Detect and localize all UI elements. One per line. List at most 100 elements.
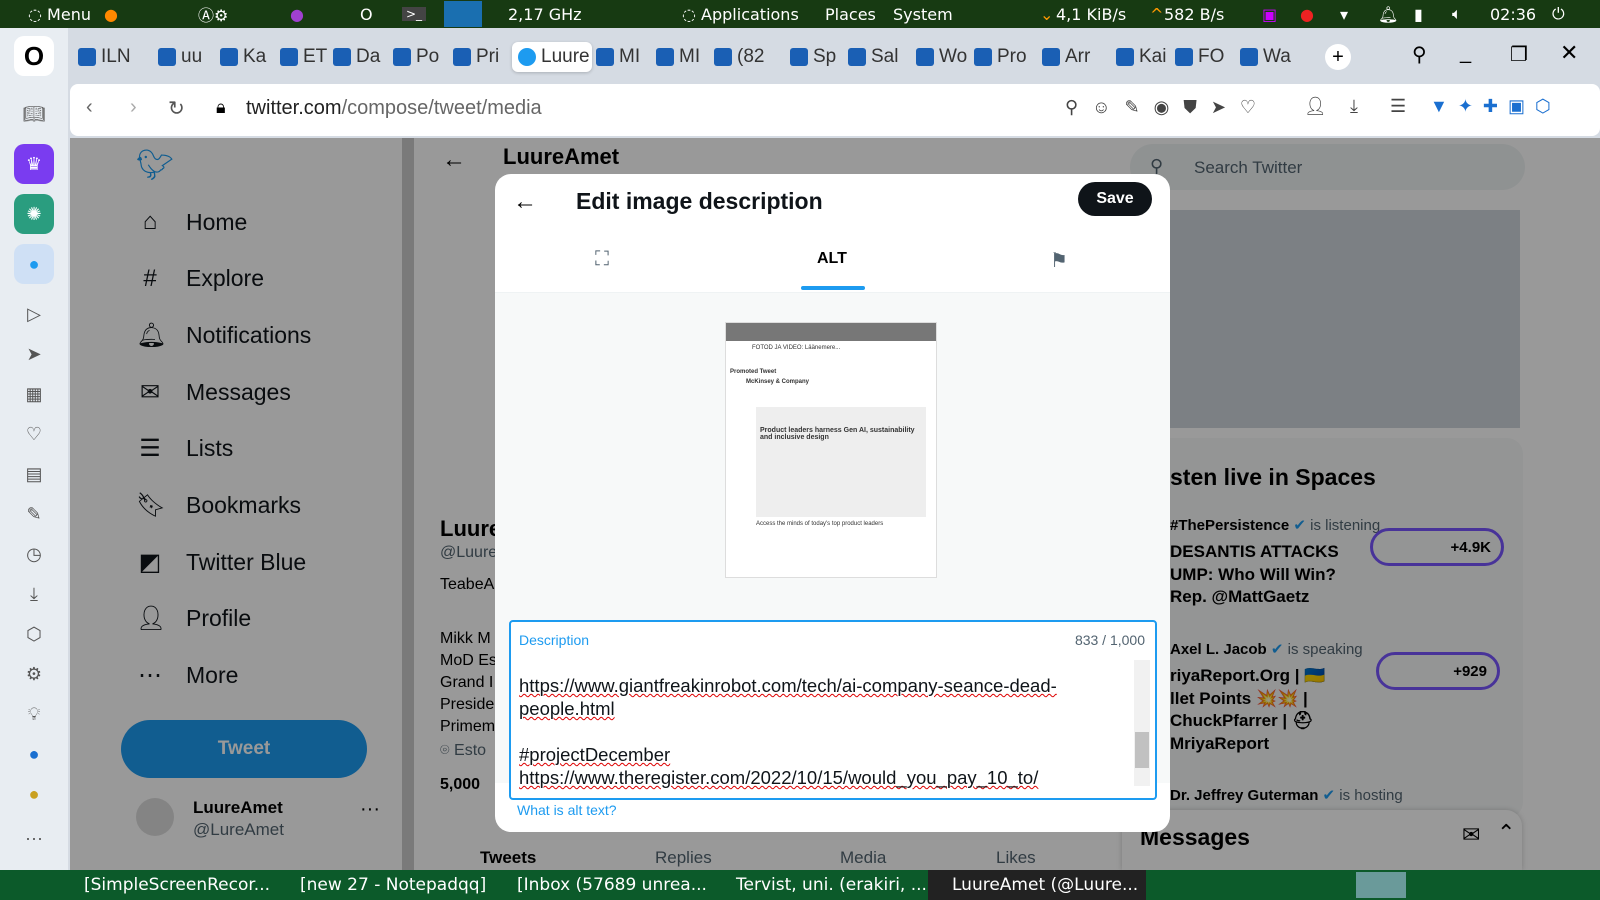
chatgpt-icon[interactable]: ✺ xyxy=(14,194,54,234)
power-icon[interactable]: ⏻ xyxy=(1552,4,1565,24)
tab-favicon-icon xyxy=(333,48,351,66)
system-menu[interactable]: System xyxy=(893,5,953,24)
tab-favicon-icon xyxy=(393,48,411,66)
browser-tab[interactable]: Pro xyxy=(974,42,1038,72)
taskbar-item[interactable]: [Inbox (57689 unrea... xyxy=(517,875,707,895)
browser-tab[interactable]: Sp xyxy=(790,42,844,72)
extensions-icon[interactable]: ⬡ xyxy=(14,614,54,654)
heart-icon[interactable]: ♡ xyxy=(14,414,54,454)
applications-menu[interactable]: ◌ Applications xyxy=(682,5,799,24)
accessibility-icon[interactable]: Ⓐ⚙ xyxy=(198,2,228,26)
volume-icon[interactable]: 🔈︎ xyxy=(1452,4,1462,24)
description-textarea[interactable]: Description 833 / 1,000 https://www.gian… xyxy=(509,620,1157,800)
taskbar-item[interactable]: Tervist, uni. (erakiri, ... xyxy=(736,875,927,895)
tab-label: FO xyxy=(1198,46,1225,67)
browser-tab[interactable]: Da xyxy=(333,42,389,72)
browser-tab[interactable]: ET xyxy=(280,42,329,72)
chat-icon[interactable]: ● xyxy=(14,734,54,774)
browser-tab[interactable]: Wo xyxy=(916,42,970,72)
browser-tab[interactable]: MI xyxy=(656,42,710,72)
send-icon[interactable]: ➤ xyxy=(14,334,54,374)
easy-setup-icon[interactable]: ☰ xyxy=(1390,96,1406,117)
wifi-icon[interactable]: ▾ xyxy=(1340,5,1348,24)
taskbar-item[interactable]: LuureAmet (@Luure... xyxy=(952,875,1138,895)
opera-launcher-icon[interactable]: O xyxy=(360,5,373,24)
browser-tab[interactable]: ILN xyxy=(78,42,154,72)
address-bar-tools[interactable]: ⚲☺✎◉⛊➤♡ xyxy=(1065,97,1270,118)
browser-tab[interactable]: Kai xyxy=(1116,42,1171,72)
browser-tab[interactable]: Sal xyxy=(848,42,912,72)
minimize-button[interactable]: _ xyxy=(1460,42,1471,65)
audio-recorder-icon[interactable]: ▣ xyxy=(1262,5,1277,24)
tab-alt-indicator xyxy=(801,286,865,290)
browser-tab[interactable]: Wa xyxy=(1240,42,1306,72)
notifications-bell-icon[interactable]: 🔔︎ xyxy=(1378,5,1398,24)
tab-bar: ILN uu Ka ET Da Po Pri Luure MI MI (82 Sp Sal Wo Pro Ar… xyxy=(70,28,1600,86)
profile-icon[interactable]: 👤︎ xyxy=(1304,96,1327,117)
tab-alt[interactable]: ALT xyxy=(817,250,847,268)
wallet-icon[interactable]: ● xyxy=(14,774,54,814)
browser-tab[interactable]: Luure xyxy=(512,42,592,72)
crown-icon[interactable]: ♛ xyxy=(14,144,54,184)
opera-sidebar: O 📖︎ ♛ ✺ ● ▷ ➤ ▦ ♡ ▤ ✎ ◷ ⤓ ⬡ ⚙ 💡︎ ● ● ··… xyxy=(0,28,68,870)
maximize-button[interactable]: ❐ xyxy=(1510,42,1528,67)
downloads-icon[interactable]: ⤓ xyxy=(14,574,54,614)
places-menu[interactable]: Places xyxy=(825,5,876,24)
tab-label: Arr xyxy=(1065,46,1091,67)
browser-tab[interactable]: Ka xyxy=(220,42,276,72)
battery-icon[interactable]: ▮ xyxy=(1414,5,1423,24)
browser-tab[interactable]: uu xyxy=(158,42,216,72)
menu-button[interactable]: ◌ Menu xyxy=(28,5,91,24)
settings-icon[interactable]: ⚙ xyxy=(14,654,54,694)
tab-favicon-icon xyxy=(158,48,176,66)
description-line: #projectDecember xyxy=(519,744,671,765)
crop-icon[interactable]: ⛶ xyxy=(595,248,609,271)
reading-list-icon[interactable]: 📖︎ xyxy=(14,94,54,134)
browser-tab[interactable]: Arr xyxy=(1042,42,1112,72)
terminal-icon[interactable]: >_ xyxy=(402,7,427,21)
close-window-button[interactable]: ✕ xyxy=(1560,40,1578,66)
tab-search-icon[interactable]: ⚲ xyxy=(1412,42,1427,67)
forward-button[interactable]: › xyxy=(130,96,137,119)
tab-favicon-icon xyxy=(656,48,674,66)
twitter-sidebar-icon[interactable]: ● xyxy=(14,244,54,284)
browser-tab[interactable]: (82 xyxy=(714,42,786,72)
new-tab-button[interactable]: + xyxy=(1325,44,1351,70)
taskbar-item[interactable]: [SimpleScreenRecor... xyxy=(84,875,270,895)
history-icon[interactable]: ◷ xyxy=(14,534,54,574)
news-icon[interactable]: ▤ xyxy=(14,454,54,494)
extension-icons[interactable]: ▼✦✚▣⬡ xyxy=(1430,96,1561,117)
tab-favicon-icon xyxy=(280,48,298,66)
tips-icon[interactable]: 💡︎ xyxy=(14,694,54,734)
apps-icon[interactable]: ▦ xyxy=(14,374,54,414)
edit-icon[interactable]: ✎ xyxy=(14,494,54,534)
player-icon[interactable]: ▷ xyxy=(14,294,54,334)
firefox-icon[interactable]: ● xyxy=(104,5,118,24)
save-button[interactable]: Save xyxy=(1078,182,1152,216)
flag-icon[interactable]: ⚑ xyxy=(1050,248,1068,273)
modal-back-icon[interactable]: ← xyxy=(513,188,537,216)
image-preview: FOTOD JA VIDEO: Läänemere... Promoted Tw… xyxy=(725,322,937,578)
browser-tab[interactable]: Pri xyxy=(453,42,508,72)
browser-tab[interactable]: Po xyxy=(393,42,449,72)
what-is-alt-text-link[interactable]: What is alt text? xyxy=(517,802,617,818)
tab-favicon-icon xyxy=(714,48,732,66)
browser-tab[interactable]: MI xyxy=(596,42,652,72)
textarea-scrollbar[interactable] xyxy=(1134,660,1150,786)
reload-button[interactable]: ↻ xyxy=(168,96,185,121)
modal-title: Edit image description xyxy=(576,188,823,214)
clock[interactable]: 02:36 xyxy=(1490,5,1536,24)
back-button[interactable]: ‹ xyxy=(86,96,93,119)
record-icon[interactable]: ● xyxy=(1300,5,1314,24)
more-sidebar-icon[interactable]: ··· xyxy=(14,818,54,858)
download-icon[interactable]: ⤓ xyxy=(1350,96,1358,117)
opera-logo-icon[interactable]: O xyxy=(14,36,54,76)
tab-label: ET xyxy=(303,46,328,67)
workspace-switcher[interactable] xyxy=(1356,872,1406,898)
description-line: https://www.giantfreakinrobot.com/tech/a… xyxy=(519,675,1057,696)
tor-icon[interactable]: ● xyxy=(290,5,304,24)
browser-tab[interactable]: FO xyxy=(1175,42,1236,72)
url-field[interactable]: twitter.com/compose/tweet/media xyxy=(246,97,542,120)
taskbar-item[interactable]: [new 27 - Notepadqq] xyxy=(300,875,486,895)
tab-label: Da xyxy=(356,46,381,67)
